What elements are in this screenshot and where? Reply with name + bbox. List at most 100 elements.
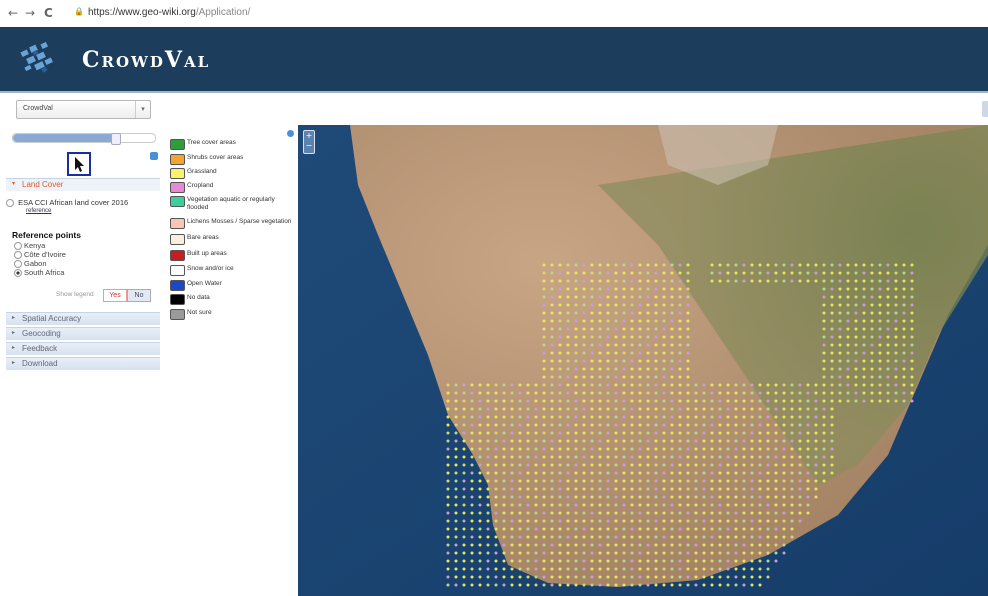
reference-point[interactable] xyxy=(566,559,570,563)
reference-point[interactable] xyxy=(830,327,834,331)
reference-point[interactable] xyxy=(526,383,530,387)
reference-point[interactable] xyxy=(774,479,778,483)
reference-point[interactable] xyxy=(566,455,570,459)
reference-point[interactable] xyxy=(654,271,658,275)
reference-point[interactable] xyxy=(486,487,490,491)
reference-point[interactable] xyxy=(558,383,562,387)
reference-point[interactable] xyxy=(878,271,882,275)
reference-point[interactable] xyxy=(822,463,826,467)
reference-point[interactable] xyxy=(870,279,874,283)
reference-point[interactable] xyxy=(462,487,466,491)
reference-point[interactable] xyxy=(662,311,666,315)
reference-point[interactable] xyxy=(870,287,874,291)
reference-point[interactable] xyxy=(510,559,514,563)
reference-point[interactable] xyxy=(638,439,642,443)
reference-point[interactable] xyxy=(646,287,650,291)
reference-point[interactable] xyxy=(902,351,906,355)
reference-point[interactable] xyxy=(886,263,890,267)
reference-point[interactable] xyxy=(758,271,762,275)
reference-point[interactable] xyxy=(886,287,890,291)
reference-point[interactable] xyxy=(510,447,514,451)
reference-point[interactable] xyxy=(542,271,546,275)
reference-point[interactable] xyxy=(750,527,754,531)
reference-point[interactable] xyxy=(686,551,690,555)
reference-point[interactable] xyxy=(702,479,706,483)
reference-point[interactable] xyxy=(462,447,466,451)
reference-point[interactable] xyxy=(622,479,626,483)
reference-point[interactable] xyxy=(486,559,490,563)
reference-point[interactable] xyxy=(654,495,658,499)
reference-point[interactable] xyxy=(846,375,850,379)
reference-point[interactable] xyxy=(614,439,618,443)
reference-point[interactable] xyxy=(462,527,466,531)
reference-point[interactable] xyxy=(758,431,762,435)
reference-point[interactable] xyxy=(662,583,666,587)
reference-point[interactable] xyxy=(798,263,802,267)
reference-point[interactable] xyxy=(486,535,490,539)
reference-point[interactable] xyxy=(646,367,650,371)
reference-point[interactable] xyxy=(518,519,522,523)
reference-point[interactable] xyxy=(590,431,594,435)
reference-point[interactable] xyxy=(574,383,578,387)
reference-point[interactable] xyxy=(814,479,818,483)
reference-point[interactable] xyxy=(734,575,738,579)
reference-point[interactable] xyxy=(646,319,650,323)
reference-point[interactable] xyxy=(686,583,690,587)
reference-point[interactable] xyxy=(750,479,754,483)
reference-point[interactable] xyxy=(790,271,794,275)
reference-point[interactable] xyxy=(646,463,650,467)
reference-point[interactable] xyxy=(838,327,842,331)
reference-point[interactable] xyxy=(758,503,762,507)
reference-point[interactable] xyxy=(638,271,642,275)
reference-point[interactable] xyxy=(822,359,826,363)
reference-point[interactable] xyxy=(638,575,642,579)
reference-point[interactable] xyxy=(510,455,514,459)
reference-point[interactable] xyxy=(678,503,682,507)
reference-point[interactable] xyxy=(662,271,666,275)
reference-point[interactable] xyxy=(782,471,786,475)
reference-point[interactable] xyxy=(462,399,466,403)
reference-point[interactable] xyxy=(654,519,658,523)
reference-point[interactable] xyxy=(678,335,682,339)
reference-point[interactable] xyxy=(542,519,546,523)
reference-point[interactable] xyxy=(774,399,778,403)
reference-point[interactable] xyxy=(694,519,698,523)
reference-point[interactable] xyxy=(494,495,498,499)
reference-point[interactable] xyxy=(582,327,586,331)
reference-point[interactable] xyxy=(494,519,498,523)
reference-point[interactable] xyxy=(534,559,538,563)
reference-point[interactable] xyxy=(630,335,634,339)
reference-point[interactable] xyxy=(838,359,842,363)
reference-point[interactable] xyxy=(694,559,698,563)
reference-point[interactable] xyxy=(534,551,538,555)
reference-point[interactable] xyxy=(694,535,698,539)
reference-point[interactable] xyxy=(542,535,546,539)
reference-point[interactable] xyxy=(718,487,722,491)
reference-point[interactable] xyxy=(718,471,722,475)
reference-point[interactable] xyxy=(646,263,650,267)
reference-point[interactable] xyxy=(710,447,714,451)
reference-point[interactable] xyxy=(814,415,818,419)
reference-point[interactable] xyxy=(582,575,586,579)
reference-point[interactable] xyxy=(814,495,818,499)
reference-point[interactable] xyxy=(622,447,626,451)
reference-point[interactable] xyxy=(758,407,762,411)
reference-point[interactable] xyxy=(486,583,490,587)
reference-point[interactable] xyxy=(678,303,682,307)
reference-point[interactable] xyxy=(598,487,602,491)
reference-point[interactable] xyxy=(598,463,602,467)
reference-point[interactable] xyxy=(526,519,530,523)
reference-point[interactable] xyxy=(590,375,594,379)
reference-point[interactable] xyxy=(702,391,706,395)
reference-point[interactable] xyxy=(854,359,858,363)
reference-point[interactable] xyxy=(710,463,714,467)
reference-point[interactable] xyxy=(870,271,874,275)
reference-point[interactable] xyxy=(910,311,914,315)
reference-point[interactable] xyxy=(686,455,690,459)
reference-point[interactable] xyxy=(478,535,482,539)
reference-point[interactable] xyxy=(830,359,834,363)
reference-point[interactable] xyxy=(902,295,906,299)
reference-point[interactable] xyxy=(478,423,482,427)
reference-point[interactable] xyxy=(606,351,610,355)
reference-point[interactable] xyxy=(822,303,826,307)
